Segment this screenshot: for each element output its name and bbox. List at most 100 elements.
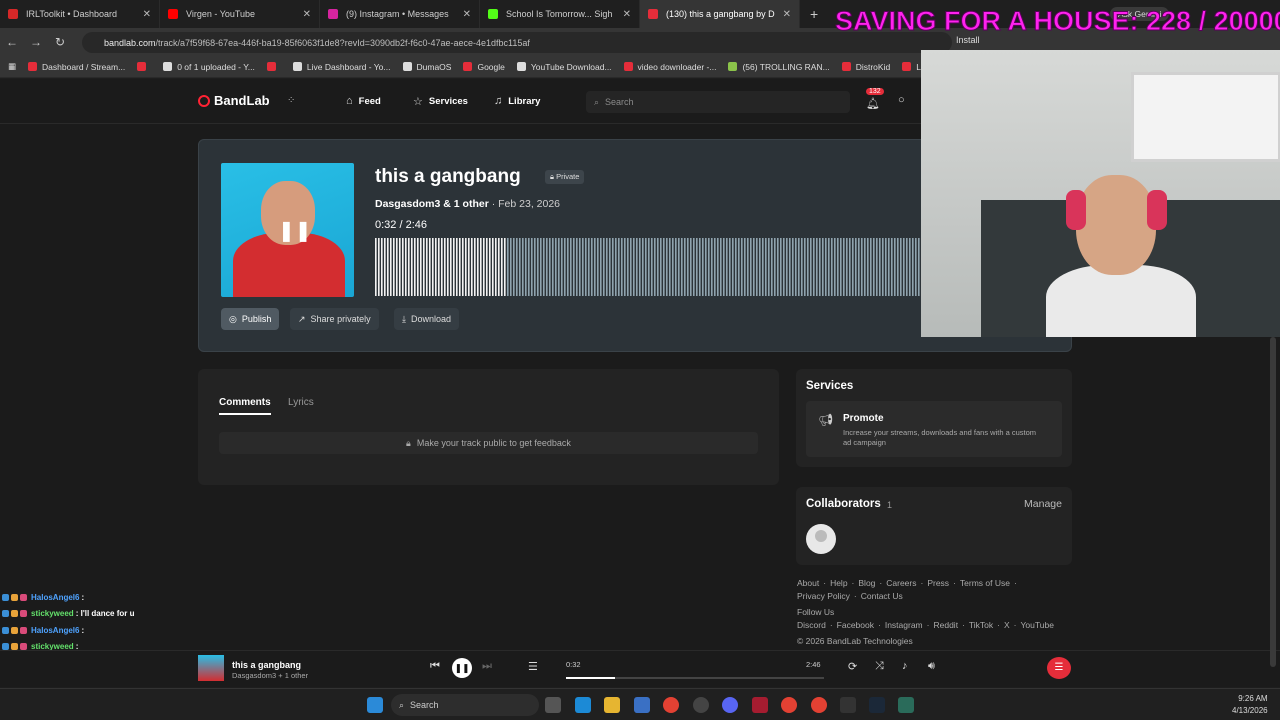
footer-link[interactable]: About: [797, 577, 819, 590]
footer-link[interactable]: Press: [927, 577, 949, 590]
collaborator-avatar[interactable]: [806, 524, 836, 554]
track-artist[interactable]: Dasgasdom3 & 1 other · Feb 23, 2026: [375, 198, 560, 210]
footer-link[interactable]: Blog: [858, 577, 875, 590]
nav-services[interactable]: ☆ Services: [413, 95, 468, 108]
mute-icon[interactable]: ♪: [902, 660, 908, 672]
waveform[interactable]: [375, 238, 923, 296]
terminal-icon[interactable]: [898, 697, 914, 713]
publish-button[interactable]: ◎ Publish: [221, 308, 280, 330]
bookmark-item[interactable]: DistroKid: [841, 62, 890, 72]
close-icon[interactable]: ✕: [463, 9, 471, 20]
footer-link[interactable]: Facebook: [837, 619, 874, 632]
footer-link[interactable]: Discord: [797, 619, 826, 632]
footer-link[interactable]: Reddit: [933, 619, 958, 632]
close-icon[interactable]: ✕: [783, 9, 791, 20]
track-cover-art[interactable]: ❚❚: [221, 163, 354, 297]
artist-name[interactable]: Dasgasdom3: [375, 198, 440, 210]
shuffle-icon[interactable]: ⤨: [875, 660, 884, 673]
bookmark-item[interactable]: YouTube Download...: [516, 62, 612, 72]
address-bar[interactable]: bandlab.com/track/a7f59f68-67ea-446f-ba1…: [82, 32, 952, 53]
obs-icon[interactable]: [693, 697, 709, 713]
apps-grid-icon[interactable]: ⁘: [287, 95, 299, 107]
file-explorer-icon[interactable]: [604, 697, 620, 713]
apps-icon[interactable]: ▦: [8, 61, 16, 72]
share-privately-button[interactable]: ↗ Share privately: [290, 308, 379, 330]
steam-icon[interactable]: [869, 697, 885, 713]
chat-username[interactable]: stickyweed: [31, 609, 74, 618]
bookmark-item[interactable]: (56) TROLLING RAN...: [728, 62, 830, 72]
task-view-icon[interactable]: [545, 697, 561, 713]
footer-link[interactable]: Contact Us: [861, 590, 903, 603]
search-input[interactable]: ⌕ Search: [586, 91, 850, 113]
waveform-bar: [816, 238, 818, 296]
bookmark-item[interactable]: Live Dashboard - Yo...: [292, 61, 391, 72]
browser-tab[interactable]: (130) this a gangbang by D ✕: [640, 0, 800, 28]
menu-button[interactable]: ☰: [1047, 657, 1071, 679]
nav-library[interactable]: ♫ Library: [494, 95, 540, 107]
footer-link[interactable]: Help: [830, 577, 847, 590]
bookmark-item[interactable]: 0 of 1 uploaded - Y...: [163, 62, 255, 72]
taskbar-search[interactable]: ⌕ Search: [391, 694, 539, 716]
artist-others[interactable]: & 1 other: [443, 198, 489, 210]
bookmark-item[interactable]: video downloader -...: [623, 62, 716, 72]
close-icon[interactable]: ✕: [623, 9, 631, 20]
app-icon[interactable]: [840, 697, 856, 713]
bandlab-logo[interactable]: BandLab: [198, 93, 270, 108]
discord-icon[interactable]: [722, 697, 738, 713]
new-tab-icon[interactable]: +: [810, 6, 818, 22]
chrome-3-icon[interactable]: [811, 697, 827, 713]
promote-card[interactable]: 📢︎ Promote Increase your streams, downlo…: [806, 401, 1062, 457]
player-progress-bar[interactable]: [566, 677, 824, 679]
footer-link[interactable]: X: [1004, 619, 1010, 632]
copyright: © 2026 BandLab Technologies: [797, 636, 913, 646]
start-icon[interactable]: [367, 697, 383, 713]
tab-comments[interactable]: Comments: [219, 397, 271, 415]
adobe-icon[interactable]: [752, 697, 768, 713]
footer-link[interactable]: TikTok: [969, 619, 993, 632]
back-icon[interactable]: ←: [0, 35, 24, 49]
footer-link[interactable]: Instagram: [885, 619, 923, 632]
footer-link[interactable]: Careers: [886, 577, 916, 590]
bookmark-label: Live Dashboard - Yo...: [306, 61, 391, 72]
player-track-title[interactable]: this a gangbang: [232, 660, 301, 670]
next-icon[interactable]: ⏭︎: [482, 660, 492, 673]
download-button[interactable]: ⤓ Download: [394, 308, 460, 330]
chat-username[interactable]: HalosAngel6: [31, 626, 79, 635]
repeat-icon[interactable]: ⟳: [848, 660, 857, 673]
close-icon[interactable]: ✕: [303, 9, 311, 20]
bookmark-item[interactable]: Dashboard / Stream...: [28, 62, 125, 72]
player-track-artist[interactable]: Dasgasdom3 + 1 other: [232, 671, 308, 680]
edge-icon[interactable]: [575, 697, 591, 713]
footer-link[interactable]: Terms of Use: [960, 577, 1010, 590]
queue-icon[interactable]: ☰: [528, 660, 538, 673]
forward-icon[interactable]: →: [24, 35, 48, 49]
footer-link[interactable]: YouTube: [1021, 619, 1054, 632]
tab-lyrics[interactable]: Lyrics: [288, 397, 314, 408]
volume-icon[interactable]: 🔊︎: [928, 660, 935, 673]
manage-link[interactable]: Manage: [1024, 498, 1062, 510]
chat-username[interactable]: HalosAngel6: [31, 593, 79, 602]
pause-icon[interactable]: ❚❚: [278, 218, 312, 243]
browser-tab[interactable]: IRLToolkit • Dashboard ✕: [0, 0, 160, 28]
play-pause-button[interactable]: ❚❚: [452, 658, 472, 678]
bell-icon[interactable]: 🔔︎: [866, 97, 880, 110]
page-scrollbar[interactable]: [1270, 337, 1276, 667]
chat-bubble-icon[interactable]: ○: [898, 94, 905, 106]
footer-link[interactable]: Privacy Policy: [797, 590, 850, 603]
player-thumbnail[interactable]: [198, 655, 224, 681]
system-clock[interactable]: 9:26 AM 4/13/2026: [1232, 693, 1268, 717]
chrome-2-icon[interactable]: [781, 697, 797, 713]
chrome-icon[interactable]: [663, 697, 679, 713]
nav-feed[interactable]: ⌂ Feed: [346, 95, 381, 107]
bookmark-item[interactable]: Google: [463, 62, 505, 72]
browser-tab[interactable]: (9) Instagram • Messages ✕: [320, 0, 480, 28]
store-icon[interactable]: [634, 697, 650, 713]
close-icon[interactable]: ✕: [143, 9, 151, 20]
bookmark-item[interactable]: [137, 62, 151, 71]
previous-icon[interactable]: ⏮︎: [430, 660, 440, 673]
bookmark-item[interactable]: [266, 62, 281, 71]
reload-icon[interactable]: ↻: [48, 35, 72, 49]
bookmark-item[interactable]: DumaOS: [402, 62, 451, 72]
browser-tab[interactable]: Virgen - YouTube ✕: [160, 0, 320, 28]
browser-tab[interactable]: School Is Tomorrow... Sigh ✕: [480, 0, 640, 28]
